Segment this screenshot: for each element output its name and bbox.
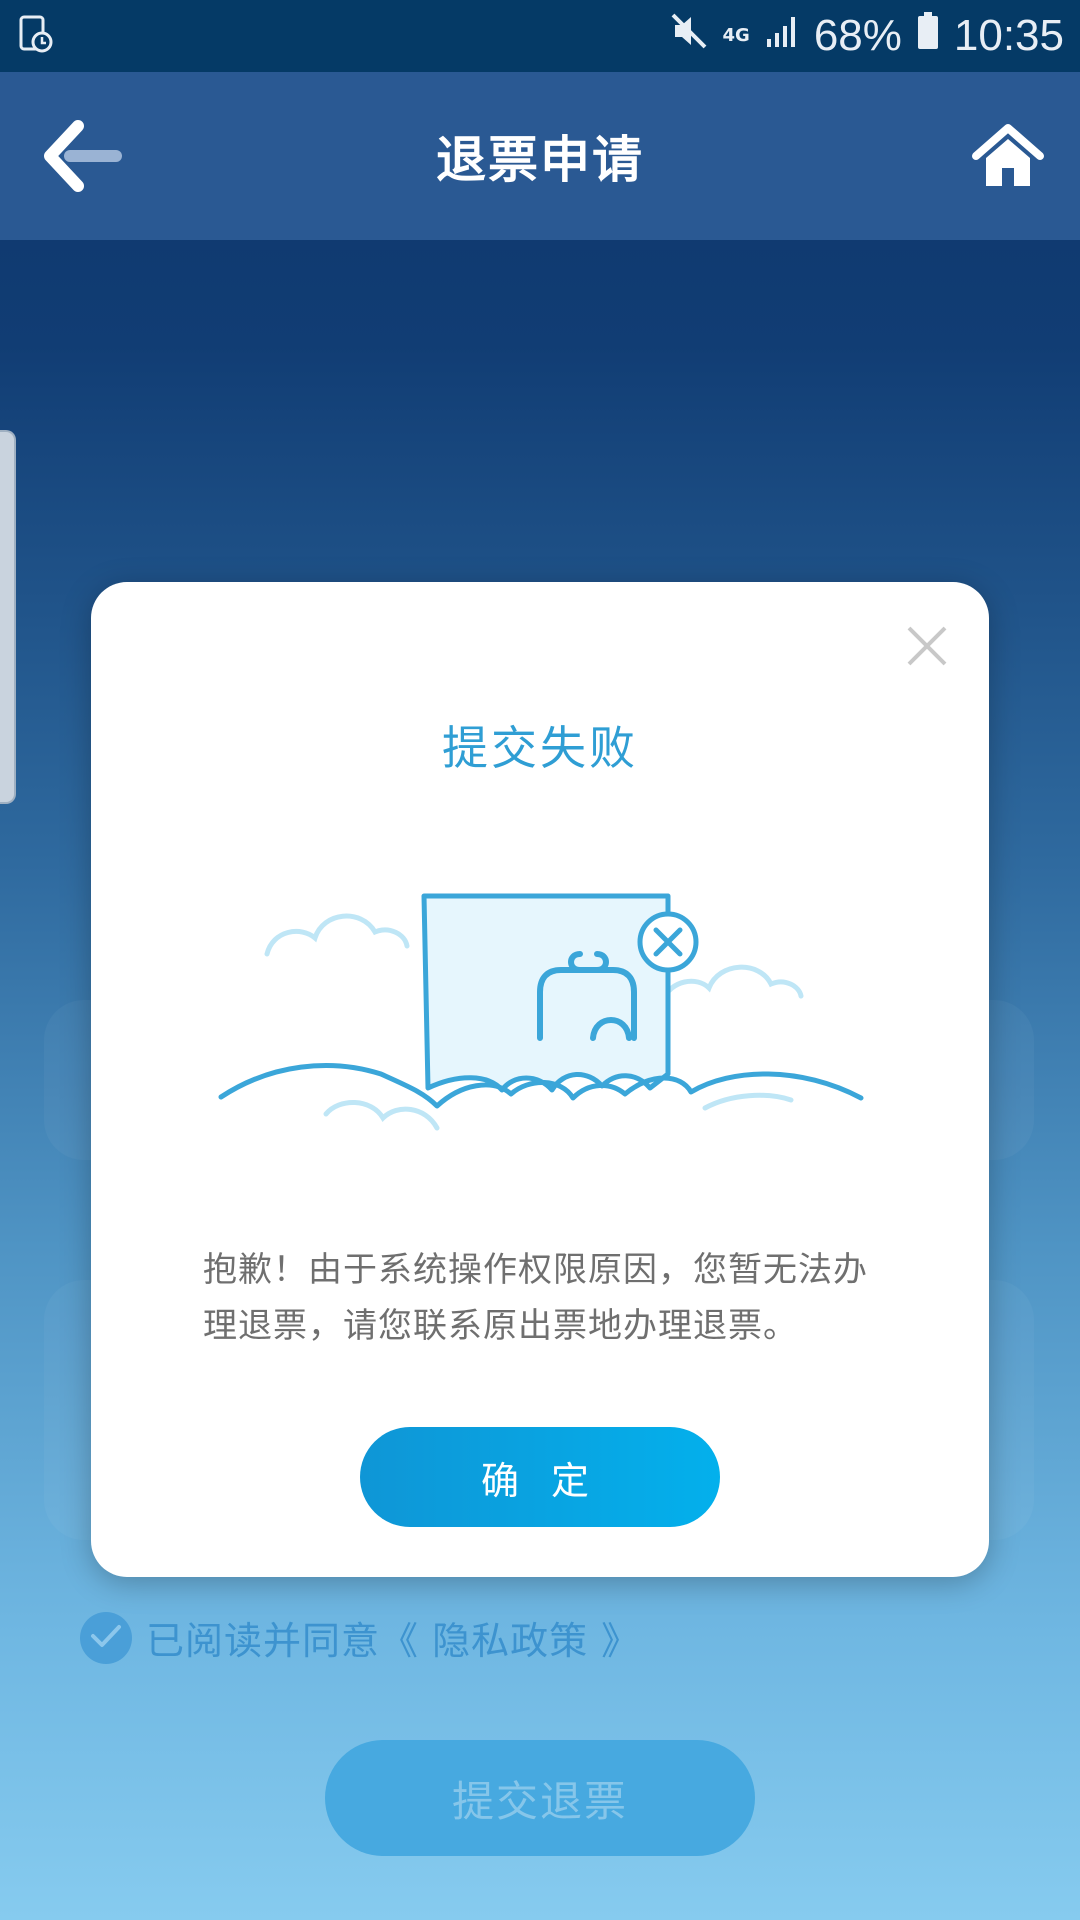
signal-icon xyxy=(766,13,800,59)
mute-icon xyxy=(669,11,709,61)
privacy-agreement[interactable]: 已阅读并同意《 隐私政策 》 xyxy=(80,1610,640,1665)
dialog-title: 提交失败 xyxy=(442,721,638,775)
privacy-text: 已阅读并同意《 隐私政策 》 xyxy=(146,1619,641,1663)
app-bar: 退票申请 xyxy=(0,72,1080,240)
error-dialog: 提交失败 抱歉！由于系统操作权限原因，您暂无法办理退票，请您联系原出票地办理退票… xyxy=(91,582,989,1577)
back-button[interactable] xyxy=(44,118,124,194)
dialog-message: 抱歉！由于系统操作权限原因，您暂无法办理退票，请您联系原出票地办理退票。 xyxy=(203,1250,868,1346)
status-left xyxy=(18,14,54,58)
close-icon xyxy=(905,626,949,672)
confirm-button[interactable]: 确 定 xyxy=(360,1427,720,1527)
clock: 10:35 xyxy=(953,11,1064,60)
battery-percent: 68% xyxy=(813,11,902,60)
page-title: 退票申请 xyxy=(436,131,644,189)
check-icon xyxy=(89,1622,123,1654)
edge-panel-handle[interactable] xyxy=(0,430,16,804)
sad-ticket-illustration xyxy=(211,842,871,1182)
privacy-checkbox[interactable] xyxy=(80,1611,132,1664)
battery-icon xyxy=(916,11,940,61)
dialog-close-button[interactable] xyxy=(905,624,949,668)
screen-root: 4G 68% 10:35 退票申请 已阅读并同意《 隐私政策 》 提交退票 提交… xyxy=(0,0,1080,1920)
back-arrow-icon xyxy=(44,120,124,198)
submit-refund-button[interactable]: 提交退票 xyxy=(325,1740,755,1856)
network-type: 4G xyxy=(722,25,750,46)
home-button[interactable] xyxy=(972,122,1044,190)
status-right: 4G 68% 10:35 xyxy=(669,11,1064,61)
status-bar: 4G 68% 10:35 xyxy=(0,0,1080,72)
home-icon xyxy=(972,124,1044,194)
screen-recorder-icon xyxy=(18,14,54,58)
